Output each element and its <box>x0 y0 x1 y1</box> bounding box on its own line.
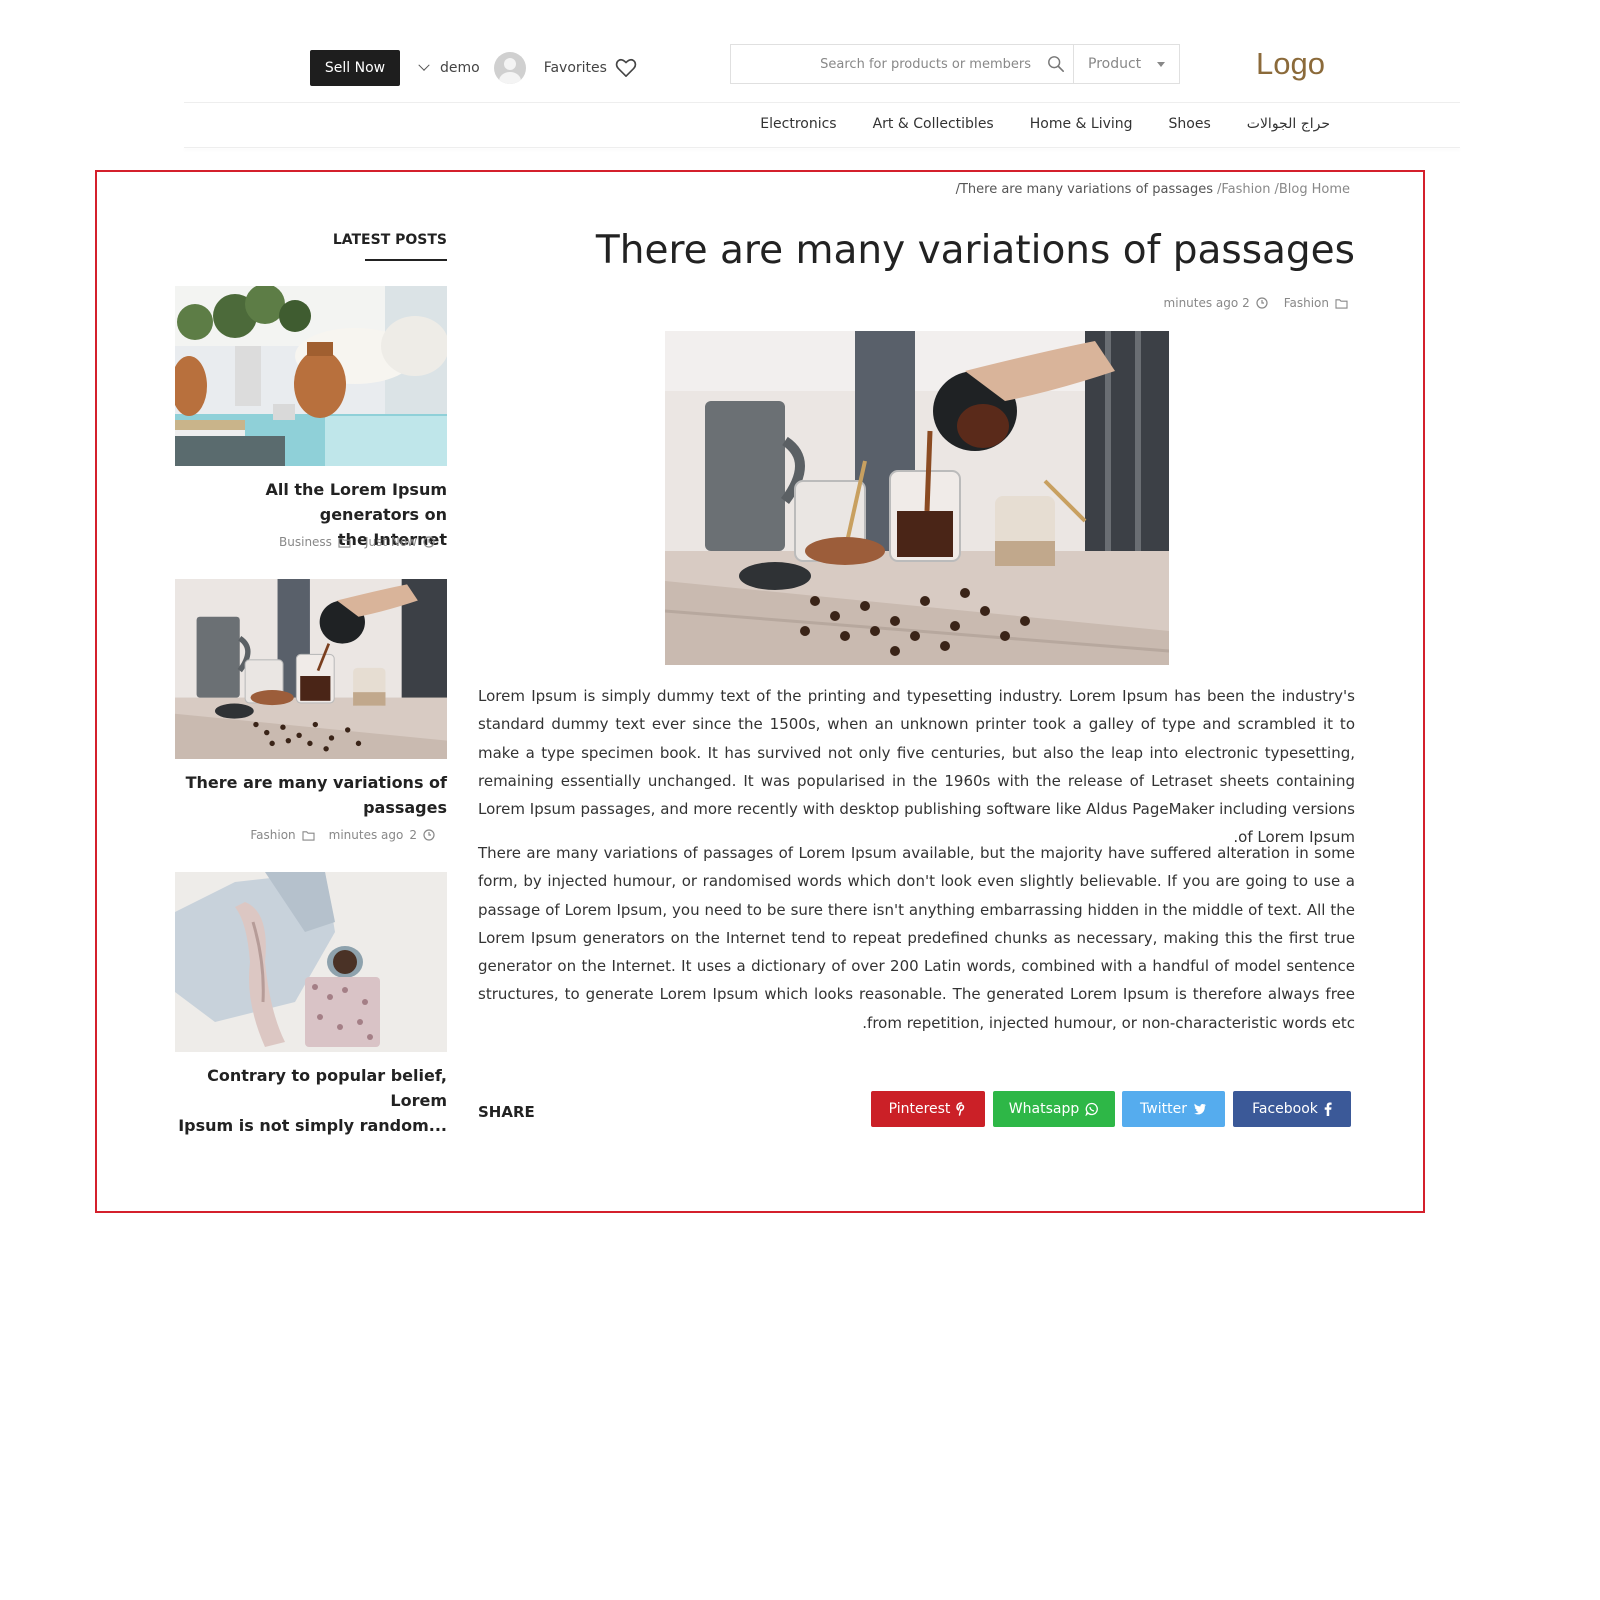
user-name[interactable]: demo <box>440 60 480 76</box>
post-time-2-num: 2 <box>409 828 417 842</box>
post-title-2-line2: passages <box>363 798 447 817</box>
article-title: There are many variations of passages <box>595 228 1355 273</box>
breadcrumb-home[interactable]: Home <box>1312 182 1350 197</box>
post-category-2[interactable]: Fashion <box>250 828 295 842</box>
nav-item-art-collectibles[interactable]: Art & Collectibles <box>873 116 994 132</box>
avatar[interactable] <box>493 52 526 84</box>
breadcrumb-fashion[interactable]: Fashion/ <box>1217 182 1270 197</box>
article-meta: minutes ago 2 Fashion <box>1164 296 1348 310</box>
nav-item-home-living[interactable]: Home & Living <box>1030 116 1133 132</box>
search-icon[interactable] <box>1039 45 1073 83</box>
post-title-2-line1: There are many variations of <box>185 773 447 792</box>
facebook-icon <box>1324 1102 1332 1116</box>
nav-item-mobiles[interactable]: حراج الجوالات <box>1247 116 1330 132</box>
nav-divider <box>184 147 1460 148</box>
article-time: minutes ago 2 <box>1163 296 1250 310</box>
share-facebook-label: Facebook <box>1252 1101 1318 1117</box>
caret-down-icon <box>1157 61 1165 67</box>
search-input[interactable] <box>731 45 1039 83</box>
search-bar: Product <box>730 44 1180 84</box>
folder-icon <box>302 830 315 841</box>
article-paragraph-2: There are many variations of passages of… <box>478 844 1355 1032</box>
nav-item-electronics[interactable]: Electronics <box>760 116 836 132</box>
share-whatsapp-button[interactable]: Whatsapp <box>993 1091 1115 1127</box>
chevron-down-icon[interactable] <box>418 59 430 71</box>
article-category[interactable]: Fashion <box>1284 296 1329 310</box>
post-category-1[interactable]: Business <box>279 535 332 549</box>
product-select-label: Product <box>1088 56 1142 72</box>
post-title-3-line1: Contrary to popular belief, Lorem <box>207 1066 447 1110</box>
post-title-3-line2: Ipsum is not simply random... <box>178 1116 447 1135</box>
breadcrumb-current: There are many variations of passages/ <box>955 182 1213 197</box>
share-pinterest-label: Pinterest <box>888 1101 951 1117</box>
share-facebook-button[interactable]: Facebook <box>1233 1091 1351 1127</box>
share-pinterest-button[interactable]: Pinterest <box>871 1091 985 1127</box>
folder-icon <box>338 537 351 548</box>
share-whatsapp-label: Whatsapp <box>1008 1101 1080 1117</box>
post-thumbnail-flatlay[interactable] <box>175 872 447 1052</box>
clock-icon <box>423 829 435 841</box>
post-meta-1: Business Just Now <box>175 535 435 549</box>
latest-posts-underline <box>365 259 447 261</box>
twitter-icon <box>1193 1103 1206 1115</box>
post-title-3[interactable]: Contrary to popular belief, Lorem Ipsum … <box>175 1063 447 1138</box>
clock-icon <box>1256 297 1268 309</box>
favorites-link[interactable]: Favorites <box>544 58 637 78</box>
breadcrumb: Home Blog/ Fashion/ There are many varia… <box>956 182 1350 197</box>
breadcrumb-blog[interactable]: Blog/ <box>1274 182 1307 197</box>
pinterest-icon <box>956 1102 965 1116</box>
post-title-2[interactable]: There are many variations of passages <box>175 770 447 820</box>
post-thumbnail-interior[interactable] <box>175 286 447 466</box>
share-label: SHARE <box>478 1103 535 1121</box>
category-nav: Electronics Art & Collectibles Home & Li… <box>760 116 1330 132</box>
product-select[interactable]: Product <box>1073 45 1179 83</box>
post-thumbnail-coffee[interactable] <box>175 579 447 759</box>
folder-icon <box>1335 298 1348 309</box>
heart-icon <box>615 58 637 77</box>
share-twitter-button[interactable]: Twitter <box>1122 1091 1225 1127</box>
article-image <box>665 331 1169 665</box>
clock-icon <box>423 536 435 548</box>
user-menu[interactable]: demo Favorites <box>418 50 637 86</box>
article-paragraph-1: Lorem Ipsum is simply dummy text of the … <box>478 687 1355 847</box>
nav-item-shoes[interactable]: Shoes <box>1169 116 1211 132</box>
share-twitter-label: Twitter <box>1140 1101 1187 1117</box>
post-time-1: Just Now <box>364 535 417 549</box>
logo[interactable]: Logo <box>1256 46 1325 82</box>
whatsapp-icon <box>1085 1102 1099 1116</box>
sell-now-button[interactable]: Sell Now <box>310 50 400 86</box>
post-time-2: minutes ago <box>328 828 404 842</box>
favorites-label: Favorites <box>543 60 607 76</box>
latest-posts-title: LATEST POSTS <box>332 232 447 248</box>
post-title-1-line1: All the Lorem Ipsum generators on <box>265 480 447 524</box>
header-divider <box>184 102 1460 103</box>
post-meta-2: Fashion minutes ago 2 <box>175 828 435 842</box>
